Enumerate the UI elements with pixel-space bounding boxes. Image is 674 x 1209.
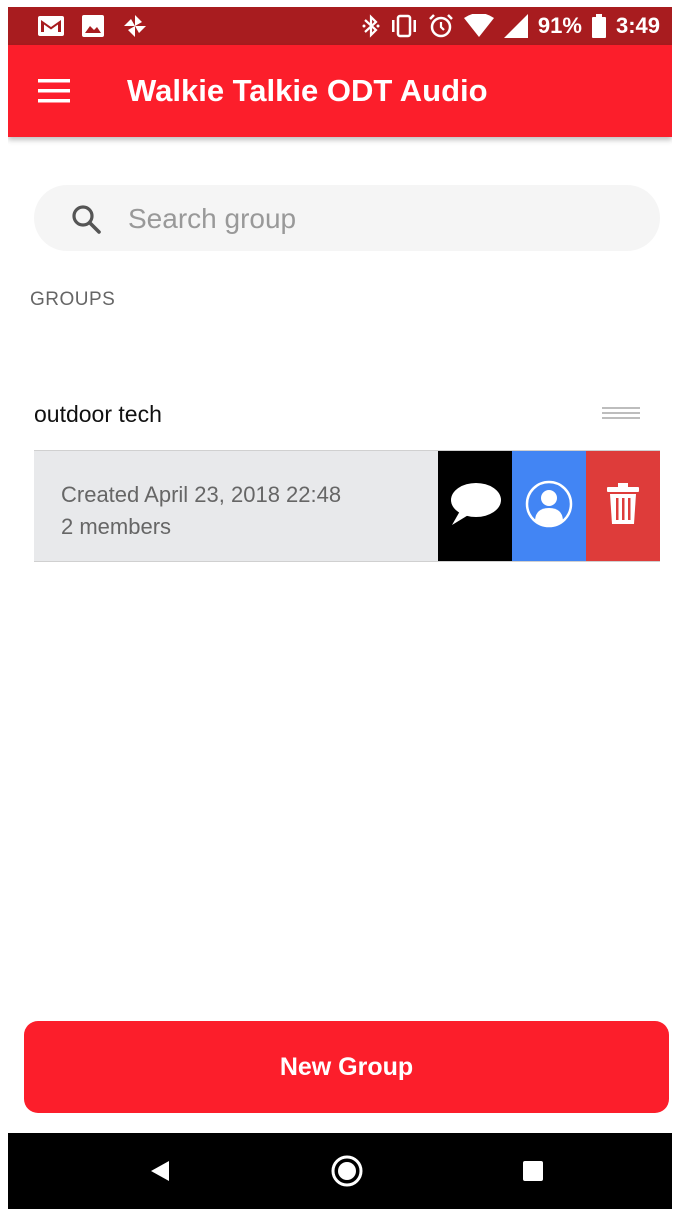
search-icon [70,203,102,235]
group-info[interactable]: Created April 23, 2018 22:48 2 members [34,451,438,561]
notification-icons [38,7,148,45]
battery-percent: 91% [537,13,582,38]
app-bar: Walkie Talkie ODT Audio [8,45,672,137]
signal-icon [503,14,528,38]
bluetooth-icon [362,14,380,38]
members-button[interactable] [512,451,586,561]
app-title: Walkie Talkie ODT Audio [127,73,488,108]
group-row: Created April 23, 2018 22:48 2 members [34,450,660,562]
clock-time: 3:49 [615,13,660,38]
user-profile-icon [524,479,574,534]
navigation-bar [8,1133,672,1209]
system-status-icons: 91% 3:49 [362,7,660,45]
alarm-icon [428,13,454,39]
battery-icon [591,14,606,38]
chat-button[interactable] [438,451,512,561]
trash-icon [606,482,640,530]
status-bar: 91% 3:49 [8,7,672,45]
wifi-icon [463,14,494,38]
search-input[interactable] [126,193,630,245]
vibrate-icon [390,14,418,38]
groups-section-label: GROUPS [30,289,116,310]
gmail-icon [38,16,64,36]
phone-screen: 91% 3:49 Walkie Talkie ODT Audio GROUPS … [8,7,672,1209]
image-icon [82,15,104,37]
group-name: outdoor tech [34,401,162,427]
recents-icon[interactable] [511,1149,555,1193]
new-group-button[interactable]: New Group [24,1021,669,1113]
group-created-date: Created April 23, 2018 22:48 [61,482,342,507]
chat-bubble-icon [448,481,502,532]
back-icon[interactable] [138,1149,182,1193]
pinwheel-icon [122,13,148,39]
group-member-count: 2 members [61,514,172,539]
home-icon[interactable] [325,1149,369,1193]
search-bar[interactable] [34,185,660,251]
hamburger-menu-icon[interactable] [30,71,78,111]
delete-button[interactable] [586,451,660,561]
drag-handle-icon[interactable] [602,404,640,422]
